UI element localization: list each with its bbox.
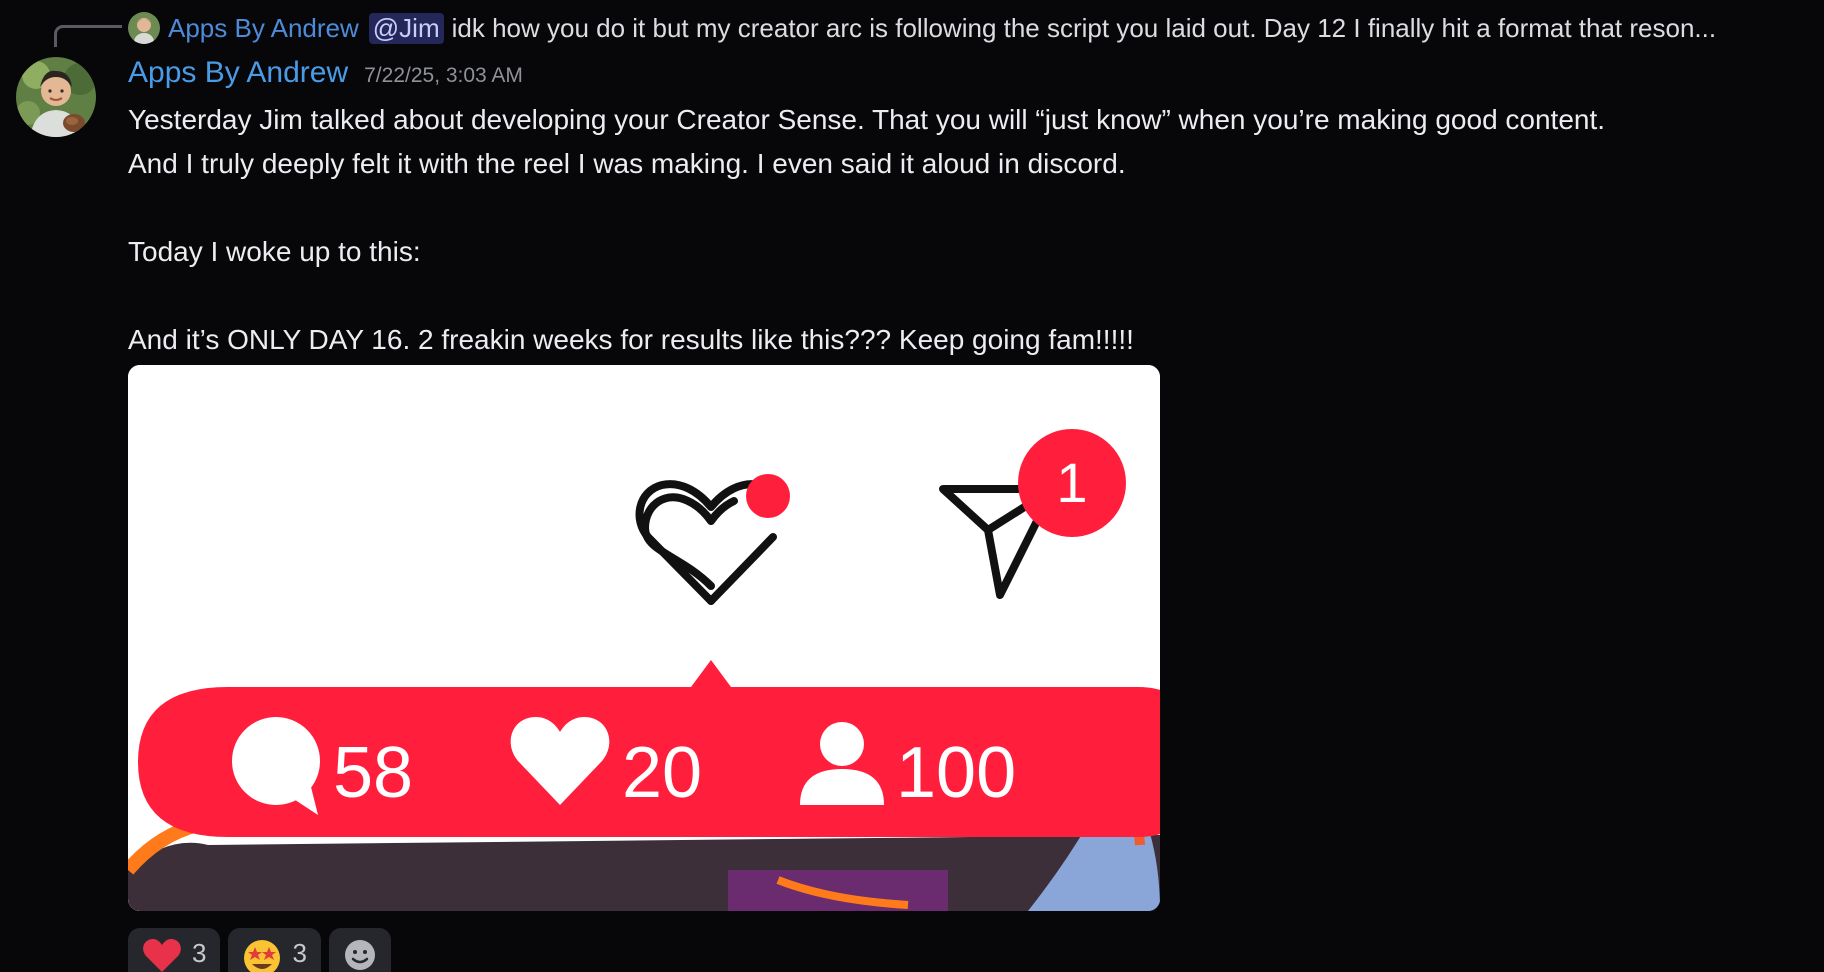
message-line: And I truly deeply felt it with the reel… [128, 148, 1126, 179]
reaction-count: 3 [292, 938, 307, 968]
reply-author[interactable]: Apps By Andrew [168, 13, 359, 44]
reply-avatar[interactable] [128, 12, 160, 44]
add-reaction-icon [344, 940, 375, 970]
reaction-star-struck[interactable]: 3 [228, 928, 321, 972]
message-line: Today I woke up to this: [128, 236, 421, 267]
reactions-bar: 3 3 [128, 928, 391, 972]
image-attachment[interactable]: 1 58 20 100 [128, 365, 1160, 911]
author-name[interactable]: Apps By Andrew [128, 56, 348, 90]
reply-mention[interactable]: @Jim [368, 12, 444, 44]
likes-count: 20 [622, 733, 702, 813]
followers-count: 100 [896, 733, 1016, 813]
reply-connector-line [54, 25, 122, 47]
add-reaction-button[interactable] [328, 928, 391, 972]
message-line: Yesterday Jim talked about developing yo… [128, 104, 1606, 135]
message-timestamp[interactable]: 7/22/25, 3:03 AM [364, 64, 523, 88]
reaction-count: 3 [192, 938, 207, 968]
message-header: Apps By Andrew 7/22/25, 3:03 AM [128, 56, 523, 96]
message-content: Yesterday Jim talked about developing yo… [128, 98, 1808, 362]
heart-emoji-icon [143, 939, 181, 972]
message-line: And it’s ONLY DAY 16. 2 freakin weeks fo… [128, 324, 1134, 355]
author-avatar[interactable] [16, 57, 96, 137]
reply-text[interactable]: idk how you do it but my creator arc is … [452, 13, 1716, 44]
chat-message: Apps By Andrew @Jim idk how you do it bu… [0, 0, 1824, 972]
instagram-notification-image: 1 58 20 100 [128, 365, 1160, 911]
reply-preview[interactable]: Apps By Andrew @Jim idk how you do it bu… [128, 8, 1716, 48]
reaction-heart[interactable]: 3 [128, 928, 221, 972]
notification-badge-count: 1 [1056, 451, 1087, 514]
comments-count: 58 [333, 733, 413, 813]
star-struck-emoji-icon [244, 940, 281, 972]
